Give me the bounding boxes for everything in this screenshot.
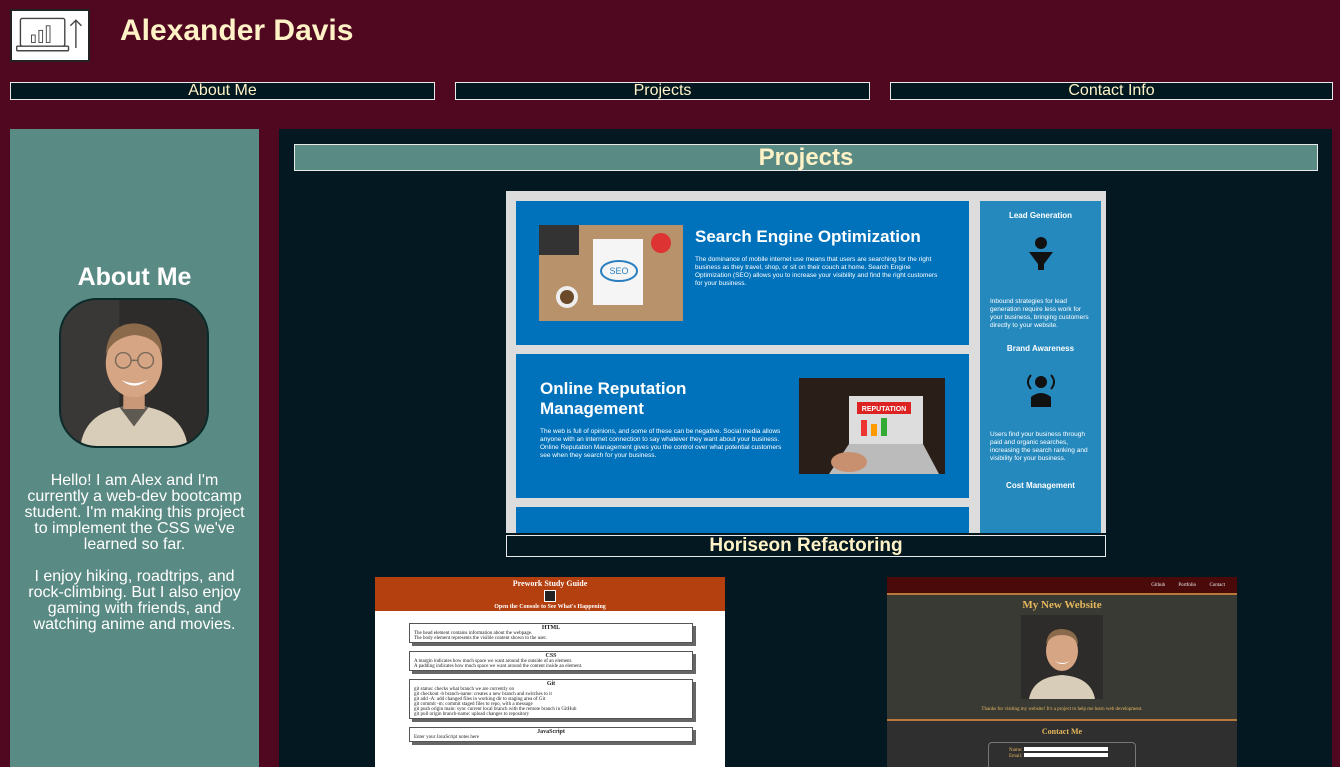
site-tagline: Thanks for visiting my website! It's a p… <box>981 707 1143 712</box>
avatar <box>59 298 209 448</box>
site-name-input <box>1023 747 1108 751</box>
reputation-image-label: REPUTATION <box>862 406 906 413</box>
seo-card: SEO Search Engine Optimization The domin… <box>516 201 969 345</box>
cost-card-partial <box>516 507 969 533</box>
bio: Hello! I am Alex and I'm currently a web… <box>22 473 247 649</box>
projects-heading: Projects <box>294 144 1318 171</box>
site-field-label: Email: <box>1009 754 1023 759</box>
nav-projects[interactable]: Projects <box>455 82 870 100</box>
funnel-icon <box>1028 237 1053 270</box>
my-new-website-screenshot[interactable]: Github Portfolio Contact My New Website … <box>887 577 1237 767</box>
lead-gen-text: Inbound strategies for lead generation r… <box>990 298 1089 329</box>
site-profile-photo <box>1021 615 1103 699</box>
projects-section: Projects SEO Search Engine Optimization … <box>279 129 1332 767</box>
site-nav-item: Contact <box>1209 583 1225 588</box>
featured-project-caption[interactable]: Horiseon Refactoring <box>506 535 1106 557</box>
cost-management-title: Cost Management <box>1006 481 1075 490</box>
bio-paragraph: I enjoy hiking, roadtrips, and rock-clim… <box>28 568 241 633</box>
reputation-image: REPUTATION <box>799 378 945 474</box>
broadcast-person-icon <box>1026 374 1055 407</box>
about-me-heading: About Me <box>77 263 192 291</box>
prework-section: JavaScript Enter your JavaScript notes h… <box>409 727 693 742</box>
prework-section: CSS A margin indicates how much space we… <box>409 651 693 671</box>
laptop-chart-icon <box>16 17 82 52</box>
site-nav-item: Github <box>1151 583 1166 588</box>
site-title: Alexander Davis <box>120 14 354 47</box>
seo-image: SEO <box>539 225 683 321</box>
site-nav: Github Portfolio Contact <box>887 577 1237 595</box>
site-contact-form: Name: Email: <box>988 742 1136 767</box>
horiseon-screenshot[interactable]: SEO Search Engine Optimization The domin… <box>506 191 1106 533</box>
site-title-text: My New Website <box>1022 599 1102 611</box>
prework-title: Prework Study Guide <box>512 579 588 588</box>
about-me-sidebar: About Me Hello! I am Alex and I'm curren… <box>10 129 259 767</box>
site-nav-item: Portfolio <box>1178 583 1197 588</box>
nav-contact-info[interactable]: Contact Info <box>890 82 1333 100</box>
list-item: git pull origin branch-name: upload chan… <box>414 712 530 717</box>
bio-paragraph: Hello! I am Alex and I'm currently a web… <box>24 472 245 553</box>
site-contact-title: Contact Me <box>1041 727 1083 736</box>
profile-photo <box>61 300 207 446</box>
logo <box>10 9 90 62</box>
site-hero: My New Website Thanks for visiting my we… <box>887 595 1237 721</box>
list-item: Enter your JavaScript notes here <box>414 735 479 740</box>
nav-about-me[interactable]: About Me <box>10 82 435 100</box>
seo-text: The dominance of mobile internet use mea… <box>695 256 938 287</box>
horiseon-sidebar: Lead Generation Inbound strategies for l… <box>980 201 1101 533</box>
site-contact: Contact Me Name: Email: <box>887 721 1237 767</box>
list-item: A padding indicates how much space we wa… <box>414 664 583 669</box>
brand-awareness-title: Brand Awareness <box>1006 344 1075 353</box>
seo-image-label: SEO <box>609 266 628 276</box>
reputation-text: The web is full of opinions, and some of… <box>540 428 782 459</box>
prework-section: Git git status: checks what branch we ar… <box>409 679 693 719</box>
reputation-title: Online Reputation Management <box>540 379 687 418</box>
prework-section: HTML The head element contains informati… <box>409 623 693 643</box>
lead-gen-title: Lead Generation <box>1008 211 1073 220</box>
brain-icon <box>544 590 556 602</box>
prework-subtitle: Open the Console to See What's Happening <box>494 604 606 610</box>
site-email-input <box>1023 753 1108 757</box>
prework-screenshot[interactable]: Prework Study Guide Open the Console to … <box>375 577 725 767</box>
seo-title: Search Engine Optimization <box>695 227 921 246</box>
prework-header: Prework Study Guide Open the Console to … <box>375 577 725 611</box>
brand-awareness-text: Users find your business through paid an… <box>990 431 1088 462</box>
list-item: The body element represents the visible … <box>414 636 547 641</box>
reputation-card: Online Reputation Management The web is … <box>516 354 969 498</box>
